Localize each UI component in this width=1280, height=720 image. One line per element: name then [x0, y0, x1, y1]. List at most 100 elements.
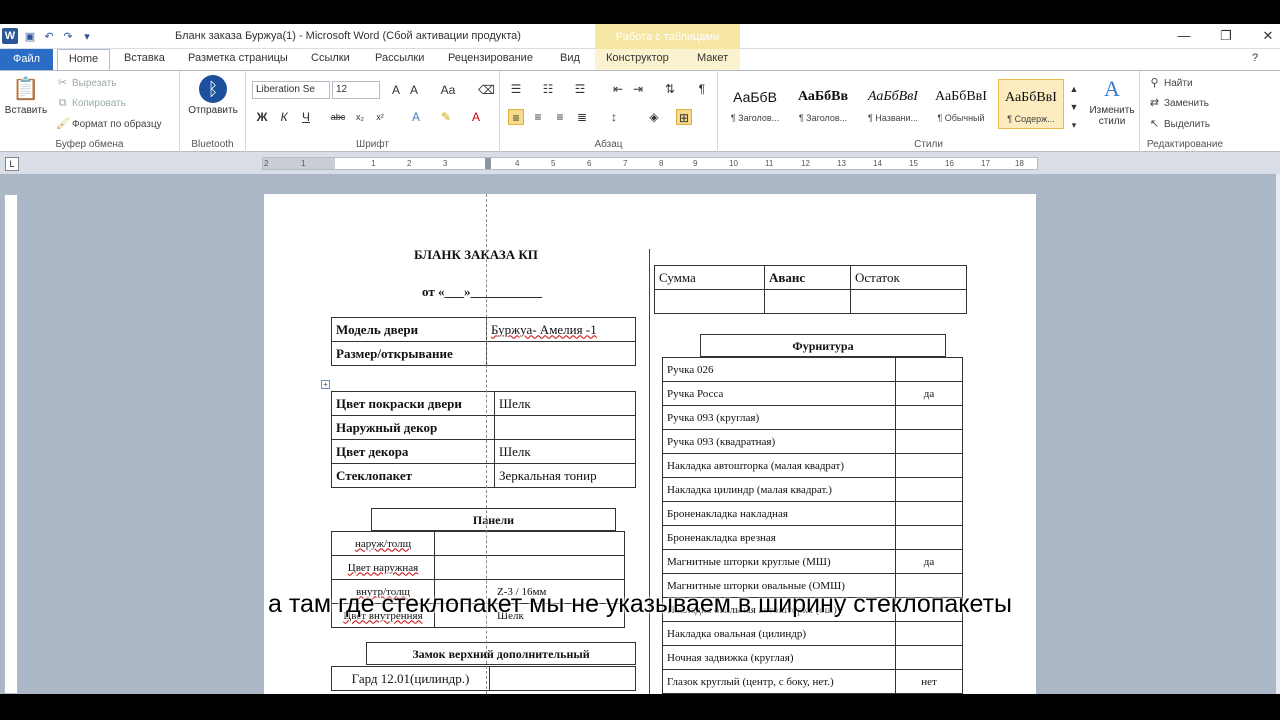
table-cell[interactable]: Цвет декора [331, 439, 495, 464]
close-icon[interactable]: ✕ [1258, 28, 1278, 44]
change-case-icon[interactable]: Aa [440, 82, 456, 98]
decrease-indent-icon[interactable]: ⇤ [610, 81, 626, 97]
table-cell[interactable] [434, 555, 625, 580]
table-cell[interactable]: Магнитные шторки круглые (МШ) [662, 549, 896, 574]
sort-icon[interactable]: ⇅ [662, 81, 678, 97]
justify-icon[interactable]: ≣ [574, 109, 590, 125]
table-cell[interactable] [895, 501, 963, 526]
table-cell[interactable]: Шелк [494, 391, 636, 416]
font-size-combo[interactable]: 12 [332, 81, 380, 99]
tab-home[interactable]: Home [57, 49, 110, 71]
tab-review[interactable]: Рецензирование [448, 52, 533, 64]
table-cell[interactable] [486, 341, 636, 366]
style-table-contents[interactable]: АаБбВвI ¶ Содерж... [998, 79, 1064, 129]
document-page[interactable]: БЛАНК ЗАКАЗА КП от «___»___________ Моде… [264, 194, 1036, 694]
table-cell[interactable] [850, 289, 967, 314]
help-icon[interactable]: ? [1252, 52, 1258, 64]
select-button[interactable]: ↖ Выделить [1148, 118, 1210, 131]
tab-design[interactable]: Конструктор [606, 52, 669, 64]
change-styles-button[interactable]: A Изменить стили [1086, 75, 1138, 127]
cut-button[interactable]: ✂ Вырезать [56, 77, 117, 90]
table-cell[interactable]: Гард 12.01(цилиндр.) [331, 666, 490, 691]
superscript-icon[interactable]: x² [372, 109, 388, 125]
table-move-handle-icon[interactable]: + [321, 380, 330, 389]
borders-icon[interactable]: ⊞ [676, 109, 692, 125]
table-cell[interactable]: Ручка 093 (квадратная) [662, 429, 896, 454]
table-cell[interactable] [895, 429, 963, 454]
table-cell[interactable] [895, 525, 963, 550]
table-cell[interactable]: наруж/толщ [331, 531, 435, 556]
tab-mailings[interactable]: Рассылки [375, 52, 424, 64]
table-cell[interactable] [654, 289, 765, 314]
multilevel-list-icon[interactable]: ☲ [572, 81, 588, 97]
underline-icon[interactable]: Ч [298, 109, 314, 125]
table-cell[interactable] [494, 415, 636, 440]
text-effects-icon[interactable]: A [408, 109, 424, 125]
payment-table[interactable]: Сумма Аванс Остаток [654, 265, 967, 314]
lock-table[interactable]: Гард 12.01(цилиндр.) [331, 666, 636, 691]
save-icon[interactable]: ▣ [23, 29, 37, 43]
table-cell[interactable] [764, 289, 851, 314]
table-cell[interactable] [895, 645, 963, 670]
model-table[interactable]: Модель двери Буржуа- Амелия -1 Размер/от… [331, 317, 636, 366]
table-cell[interactable]: Зеркальная тонир [494, 463, 636, 488]
show-marks-icon[interactable]: ¶ [694, 81, 710, 97]
table-cell[interactable] [895, 357, 963, 382]
hardware-table[interactable]: Ручка 026 Ручка Росса да Ручка 093 (кругл… [662, 357, 963, 694]
align-center-icon[interactable]: ≡ [530, 109, 546, 125]
table-cell[interactable]: Модель двери [331, 317, 487, 342]
table-cell[interactable]: Остаток [850, 265, 967, 290]
table-cell[interactable]: Стеклопакет [331, 463, 495, 488]
undo-icon[interactable]: ↶ [42, 29, 56, 43]
table-cell[interactable]: Размер/открывание [331, 341, 487, 366]
bluetooth-send-button[interactable]: ᛒ Отправить [184, 75, 242, 116]
line-spacing-icon[interactable]: ↕ [606, 109, 622, 125]
align-right-icon[interactable]: ≡ [552, 109, 568, 125]
style-heading1[interactable]: АаБбВ ¶ Заголов... [722, 79, 788, 129]
bold-icon[interactable]: Ж [254, 109, 270, 125]
ruler-column-marker[interactable] [485, 158, 491, 169]
restore-icon[interactable]: ❐ [1216, 28, 1236, 44]
horizontal-ruler[interactable]: 2 1 1 2 3 4 5 6 7 8 9 10 11 12 13 14 15 … [262, 157, 1038, 170]
table-cell[interactable]: нет [895, 669, 963, 694]
clear-formatting-icon[interactable]: ⌫ [478, 82, 495, 98]
table-cell[interactable]: Броненакладка врезная [662, 525, 896, 550]
table-cell[interactable]: да [895, 381, 963, 406]
table-cell[interactable] [895, 453, 963, 478]
tab-insert[interactable]: Вставка [124, 52, 165, 64]
table-cell[interactable]: да [895, 549, 963, 574]
find-button[interactable]: ⚲ Найти [1148, 77, 1192, 90]
redo-icon[interactable]: ↷ [61, 29, 75, 43]
font-name-combo[interactable]: Liberation Se [252, 81, 330, 99]
table-cell[interactable]: Буржуа- Амелия -1 [486, 317, 636, 342]
table-cell[interactable]: Наружный декор [331, 415, 495, 440]
customize-qat-icon[interactable]: ▾ [80, 29, 94, 43]
table-cell[interactable]: Ручка 026 [662, 357, 896, 382]
color-table[interactable]: Цвет покраски двери Шелк Наружный декор Ц… [331, 391, 636, 488]
styles-scroll-down-icon[interactable]: ▼ [1066, 99, 1082, 115]
paste-button[interactable]: 📋 Вставить [4, 75, 48, 116]
numbering-icon[interactable]: ☷ [540, 81, 556, 97]
style-title[interactable]: АаБбВвI ¶ Названи... [860, 79, 926, 129]
table-cell[interactable]: Шелк [494, 439, 636, 464]
align-left-icon[interactable]: ≡ [508, 109, 524, 125]
strikethrough-icon[interactable]: abc [330, 109, 346, 125]
table-cell[interactable]: Ручка 093 (круглая) [662, 405, 896, 430]
replace-button[interactable]: ⇄ Заменить [1148, 97, 1209, 110]
table-cell[interactable]: Цвет покраски двери [331, 391, 495, 416]
table-cell[interactable]: Накладка овальная (цилиндр) [662, 621, 896, 646]
table-cell[interactable] [895, 477, 963, 502]
bullets-icon[interactable]: ☰ [508, 81, 524, 97]
table-cell[interactable] [895, 621, 963, 646]
table-cell[interactable]: Глазок круглый (центр, с боку, нет.) [662, 669, 896, 694]
shading-icon[interactable]: ◈ [646, 109, 662, 125]
copy-button[interactable]: ⧉ Копировать [56, 97, 126, 110]
minimize-icon[interactable]: — [1174, 28, 1194, 43]
tab-references[interactable]: Ссылки [311, 52, 350, 64]
styles-scroll-up-icon[interactable]: ▲ [1066, 81, 1082, 97]
tab-file[interactable]: Файл [0, 49, 53, 70]
shrink-font-icon[interactable]: A [406, 82, 422, 98]
table-cell[interactable] [434, 531, 625, 556]
vertical-ruler[interactable] [4, 194, 18, 694]
format-painter-button[interactable]: 🖌 Формат по образцу [56, 118, 162, 131]
